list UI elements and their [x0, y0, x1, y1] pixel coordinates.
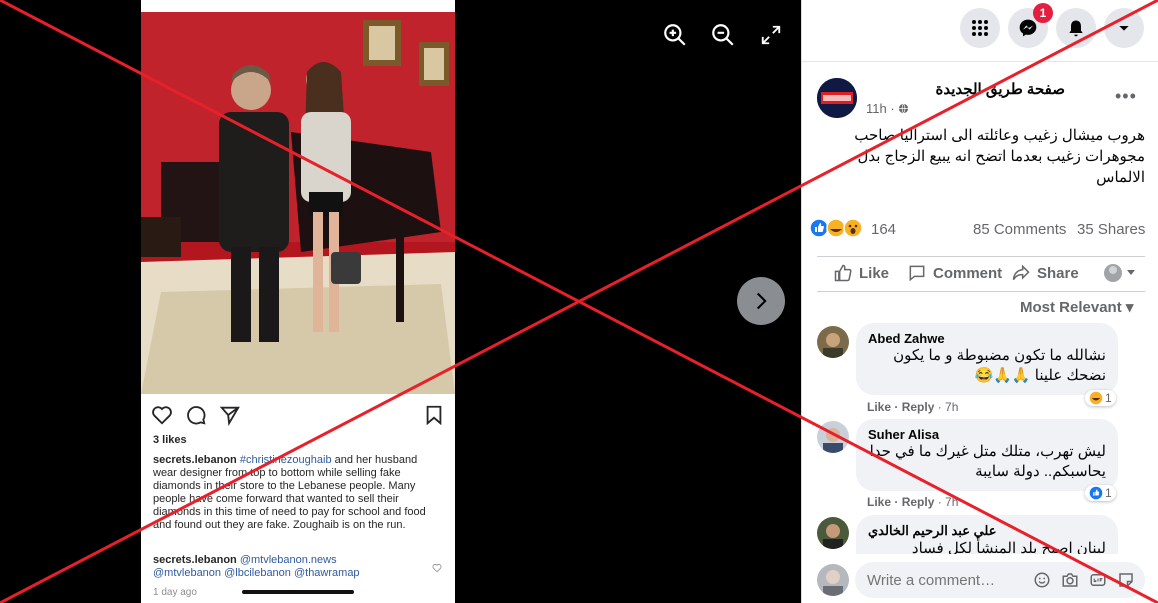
instagram-time: 1 day ago: [153, 587, 197, 598]
instagram-reply: secrets.lebanon @mtvlebanon.news @mtvleb…: [153, 554, 433, 580]
comment-text: ليش تهرب، متلك متل غيرك ما في حدا يحاسبك…: [869, 443, 1106, 480]
caret-down-icon: [1119, 26, 1129, 31]
like-button[interactable]: Like: [833, 263, 889, 283]
comment-reaction-count: 1: [1105, 391, 1112, 405]
gif-icon[interactable]: [1089, 571, 1107, 589]
haha-emoji-icon: [1089, 391, 1103, 405]
comment-reply-link[interactable]: Reply: [902, 495, 935, 509]
comment-author[interactable]: Abed Zahwe: [868, 331, 1106, 346]
comment-label: Comment: [933, 264, 1003, 282]
like-emoji-icon: [1089, 486, 1103, 500]
comment-bubble: Abed Zahwe نشالله ما تكون مضبوطة و ما يك…: [856, 323, 1118, 395]
bell-icon: [1069, 20, 1083, 37]
page-name[interactable]: صفحة طريق الجديدة: [865, 80, 1066, 98]
comment-sort-dropdown[interactable]: Most Relevant ▾: [1020, 298, 1133, 316]
small-heart-icon[interactable]: [432, 563, 442, 573]
home-indicator: [242, 590, 354, 594]
notifications-button[interactable]: [1056, 8, 1096, 48]
comment-reactions[interactable]: 1: [1085, 390, 1116, 406]
photo-viewer: 3 likes secrets.lebanon #christinezougha…: [0, 0, 801, 603]
chevron-right-icon: [756, 292, 767, 310]
reactions-summary: 164 85 Comments 35 Shares: [809, 218, 1149, 240]
post-time-text[interactable]: 11h ·: [866, 101, 895, 116]
comment-bubble: Suher Alisa ليش تهرب، متلك متل غيرك ما ف…: [856, 419, 1118, 491]
comment-icon: [909, 265, 925, 282]
write-comment-row: [817, 562, 1147, 598]
react-as-selector[interactable]: [1103, 262, 1137, 284]
post-options-icon[interactable]: •••: [1115, 86, 1137, 107]
messenger-badge: 1: [1033, 3, 1053, 23]
share-label: Share: [1037, 264, 1079, 282]
comment-like-link[interactable]: Like: [867, 400, 891, 414]
next-photo-button[interactable]: [737, 277, 785, 325]
send-icon[interactable]: [219, 404, 241, 426]
share-icon: [1012, 264, 1030, 281]
comment-button[interactable]: Comment: [907, 263, 1002, 283]
comment-like-link[interactable]: Like: [867, 495, 891, 509]
fullscreen-icon[interactable]: [760, 24, 782, 46]
shares-count[interactable]: 35 Shares: [1077, 221, 1145, 238]
emoji-icon[interactable]: [1033, 571, 1051, 589]
comment-bubble-icon[interactable]: [185, 404, 207, 426]
comments-count[interactable]: 85 Comments: [973, 221, 1066, 238]
zoom-in-icon[interactable]: [662, 22, 688, 48]
reaction-emoji-icons[interactable]: [809, 218, 865, 238]
avatar[interactable]: [817, 421, 849, 453]
bookmark-icon[interactable]: [423, 404, 445, 426]
instagram-action-icons: [151, 404, 445, 426]
avatar[interactable]: [817, 326, 849, 358]
comment-reaction-count: 1: [1105, 486, 1112, 500]
share-button[interactable]: Share: [1011, 263, 1079, 283]
reply-tags-2[interactable]: @mtvlebanon @lbcilebanon @thawramap: [153, 567, 360, 579]
sticker-icon[interactable]: [1117, 571, 1135, 589]
post-photo[interactable]: [141, 12, 455, 394]
thumbs-up-icon: [834, 264, 852, 282]
comment-author[interactable]: علي عبد الرحيم الخالدي: [868, 523, 1106, 539]
reply-tags-1[interactable]: @mtvlebanon.news: [240, 554, 337, 566]
heart-icon[interactable]: [151, 404, 173, 426]
menu-button[interactable]: [960, 8, 1000, 48]
globe-icon: [899, 103, 909, 114]
likes-count: 3 likes: [153, 434, 187, 446]
comment-text: نشالله ما تكون مضبوطة و ما يكون نضحك علي…: [893, 347, 1106, 384]
account-button[interactable]: [1104, 8, 1144, 48]
comment-reactions[interactable]: 1: [1085, 485, 1116, 501]
caption-user[interactable]: secrets.lebanon: [153, 454, 237, 466]
like-label: Like: [859, 264, 890, 282]
comment-bubble: علي عبد الرحيم الخالدي لبنان اصبح بلد ال…: [856, 515, 1118, 554]
comment-clip: علي عبد الرحيم الخالدي لبنان اصبح بلد ال…: [801, 512, 1158, 554]
avatar[interactable]: [817, 564, 849, 596]
screenshot-root: 3 likes secrets.lebanon #christinezougha…: [0, 0, 1158, 603]
caption-hashtag[interactable]: #christinezoughaib: [240, 454, 332, 466]
comment-meta: Like · Reply · 7h: [867, 495, 959, 509]
avatar[interactable]: [817, 517, 849, 549]
comment-text: لبنان اصبح بلد المنشأ لكل فساد: [911, 540, 1106, 554]
reaction-count[interactable]: 164: [871, 221, 896, 238]
instagram-screenshot: 3 likes secrets.lebanon #christinezougha…: [141, 0, 455, 603]
comment-author[interactable]: Suher Alisa: [868, 427, 1106, 442]
comment-time[interactable]: · 7h: [938, 400, 959, 414]
page-avatar[interactable]: [817, 78, 857, 118]
comment-time[interactable]: · 7h: [938, 495, 959, 509]
profile-selector-icon: [1104, 264, 1135, 282]
reply-user[interactable]: secrets.lebanon: [153, 554, 237, 566]
post-time: 11h ·: [866, 101, 909, 116]
comment-meta: Like · Reply · 7h: [867, 400, 959, 414]
post-action-bar: Like Comment Share: [817, 256, 1145, 292]
camera-icon[interactable]: [1061, 571, 1079, 589]
instagram-caption: secrets.lebanon #christinezoughaib and h…: [153, 454, 443, 532]
comment-reply-link[interactable]: Reply: [902, 400, 935, 414]
zoom-out-icon[interactable]: [710, 22, 736, 48]
post-text: هروب ميشال زغيب وعائلته الى استراليا صاح…: [854, 127, 1145, 186]
messenger-icon: [1019, 19, 1037, 37]
grid-menu-icon: [972, 20, 988, 36]
